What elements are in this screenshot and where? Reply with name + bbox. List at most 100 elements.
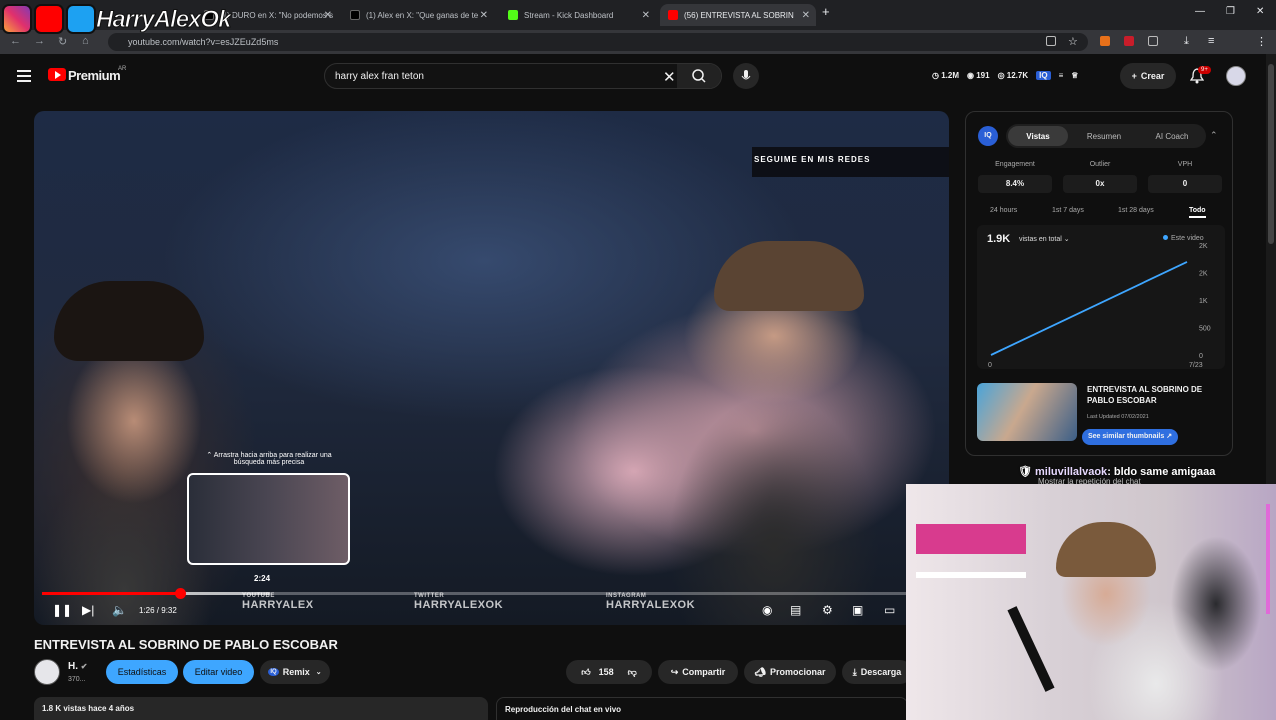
youtube-social-handle: YOUTUBE HARRYALEX: [242, 593, 314, 611]
brand-label[interactable]: Premium: [68, 68, 121, 83]
close-icon[interactable]: ✕: [480, 10, 488, 21]
reload-button[interactable]: ↻: [58, 35, 67, 48]
region-label: AR: [118, 66, 127, 72]
close-icon[interactable]: ✕: [802, 10, 810, 21]
tab-title: (1) Alex en X: "Que ganas de te: [366, 10, 479, 20]
clear-search-icon[interactable]: ✕: [663, 68, 676, 86]
install-icon[interactable]: [1046, 36, 1056, 46]
dislike-icon[interactable]: 👎︎: [628, 667, 637, 678]
reading-list-icon[interactable]: ≡: [1208, 35, 1214, 47]
close-window-button[interactable]: ✕: [1256, 6, 1264, 17]
youtube-logo-icon: [34, 4, 64, 34]
back-button[interactable]: ←: [10, 35, 21, 47]
share-button[interactable]: ↪ Compartir: [658, 660, 738, 684]
subs-stat: ◎ 12.7K: [997, 71, 1029, 80]
star-icon[interactable]: ☆: [1068, 35, 1078, 48]
youtube-logo-icon[interactable]: [48, 68, 66, 81]
list-icon[interactable]: ≡: [1059, 71, 1064, 80]
volume-icon[interactable]: 🔈: [112, 603, 127, 617]
time-display: 1:26 / 9:32: [139, 606, 177, 615]
search-icon: [692, 69, 706, 83]
new-tab-button[interactable]: +: [822, 4, 830, 19]
metric-label: Outlier: [1089, 161, 1111, 168]
like-dislike-group: 👍︎ 158 👎︎: [566, 660, 652, 684]
stats-button[interactable]: Estadísticas: [106, 660, 178, 684]
browser-tab[interactable]: Stream - Kick Dashboard ✕: [500, 4, 656, 26]
settings-gear-icon[interactable]: ⚙: [822, 603, 833, 617]
tab-ai-coach[interactable]: AI Coach: [1140, 126, 1204, 146]
extensions-puzzle-icon[interactable]: [1148, 36, 1158, 46]
download-icon[interactable]: ⤓: [1184, 35, 1189, 48]
social-banner: SEGUIME EN MIS REDES: [752, 147, 949, 177]
extension-icon[interactable]: [1124, 36, 1134, 46]
subtitles-icon[interactable]: ▤: [790, 603, 801, 617]
create-button[interactable]: + Crear: [1120, 63, 1176, 89]
range-28d[interactable]: 1st 28 days: [1118, 207, 1154, 214]
metric-value: 0: [1148, 175, 1222, 193]
see-similar-thumbnails-button[interactable]: See similar thumbnails ↗: [1082, 429, 1179, 445]
autoplay-icon[interactable]: ◉: [762, 603, 772, 617]
chat-badges-icon: 🛡︎: [1018, 466, 1032, 478]
url-text: youtube.com/watch?v=esJZEuZd5ms: [128, 37, 279, 47]
search-input[interactable]: harry alex fran teton: [335, 71, 424, 82]
video-title: ENTREVISTA AL SOBRINO DE PABLO ESCOBAR: [34, 637, 338, 652]
edit-video-button[interactable]: Editar video: [183, 660, 254, 684]
seek-preview-time: 2:24: [254, 574, 271, 583]
channel-avatar[interactable]: [34, 659, 60, 685]
range-all[interactable]: Todo: [1189, 207, 1206, 218]
x-tick-label: 7/23: [1189, 362, 1203, 369]
metric-value: 0x: [1063, 175, 1137, 193]
metric-label: VPH: [1177, 161, 1193, 168]
download-icon: ⤓: [852, 666, 857, 677]
browser-tab[interactable]: (1) Alex en X: "Que ganas de te ✕: [342, 4, 494, 26]
home-button[interactable]: ⌂: [82, 35, 89, 47]
iq-icon[interactable]: IQ: [1036, 71, 1051, 80]
close-icon[interactable]: ✕: [324, 10, 332, 21]
range-7d[interactable]: 1st 7 days: [1052, 207, 1084, 214]
metric-label: Engagement: [995, 161, 1035, 168]
browser-menu-icon[interactable]: ⋮: [1256, 35, 1267, 48]
similar-video-thumbnail[interactable]: [977, 383, 1077, 441]
video-frame-detail: [714, 241, 864, 311]
share-icon: ↪: [670, 666, 679, 677]
tab-vistas[interactable]: Vistas: [1008, 126, 1068, 146]
video-frame-detail: [54, 281, 204, 361]
search-bar[interactable]: harry alex fran teton ✕: [324, 63, 722, 89]
hamburger-menu-icon[interactable]: [17, 70, 31, 85]
next-icon[interactable]: ▶|: [82, 603, 94, 617]
range-24h[interactable]: 24 hours: [990, 207, 1017, 214]
close-icon[interactable]: ✕: [642, 10, 650, 21]
scrubber-handle[interactable]: [174, 588, 186, 599]
tab-title: (1) DURO en X: "No podemos s: [220, 10, 334, 20]
y-tick-label: 1K: [1199, 298, 1208, 305]
promote-button[interactable]: 📣︎ Promocionar: [744, 660, 836, 684]
twitter-logo-icon: [66, 4, 96, 34]
download-button[interactable]: ⤓ Descarga: [842, 660, 912, 684]
browser-tab-active[interactable]: (56) ENTREVISTA AL SOBRIN ✕: [660, 4, 816, 26]
trophy-icon[interactable]: ♕: [1071, 71, 1078, 80]
miniplayer-icon[interactable]: ▣: [852, 603, 863, 617]
progress-bar[interactable]: [42, 588, 942, 599]
description-box[interactable]: 1.8 K vistas hace 4 años: [34, 697, 488, 720]
seek-preview-thumbnail: [187, 473, 350, 565]
account-avatar[interactable]: [1226, 66, 1246, 86]
x-tick-label: 0: [988, 362, 992, 369]
forward-button[interactable]: →: [34, 35, 45, 47]
extension-icon[interactable]: [1100, 36, 1110, 46]
remix-button[interactable]: IQ Remix ⌄: [260, 660, 330, 684]
minimize-button[interactable]: —: [1195, 6, 1205, 17]
url-field[interactable]: youtube.com/watch?v=esJZEuZd5ms: [108, 33, 1088, 51]
video-player[interactable]: SEGUIME EN MIS REDES ⌃ Arrastra hacia ar…: [34, 111, 949, 625]
chevron-up-icon[interactable]: ⌃: [1210, 130, 1218, 141]
like-icon[interactable]: 👍︎: [581, 667, 590, 678]
chart-plot: 0 500 1K 2K 2K 0 7/23: [988, 243, 1211, 369]
channel-name[interactable]: H. ✔: [68, 661, 87, 672]
tab-resumen[interactable]: Resumen: [1072, 126, 1136, 146]
analytics-panel: IQ Vistas Resumen AI Coach ⌃ Engagement …: [965, 111, 1233, 456]
chat-replay-box[interactable]: Reproducción del chat en vivo: [496, 697, 908, 720]
pause-icon[interactable]: ❚❚: [52, 603, 72, 617]
maximize-button[interactable]: ❐: [1226, 6, 1235, 17]
voice-search-button[interactable]: [733, 63, 759, 89]
search-button[interactable]: [677, 64, 721, 88]
theater-mode-icon[interactable]: ▭: [884, 603, 895, 617]
